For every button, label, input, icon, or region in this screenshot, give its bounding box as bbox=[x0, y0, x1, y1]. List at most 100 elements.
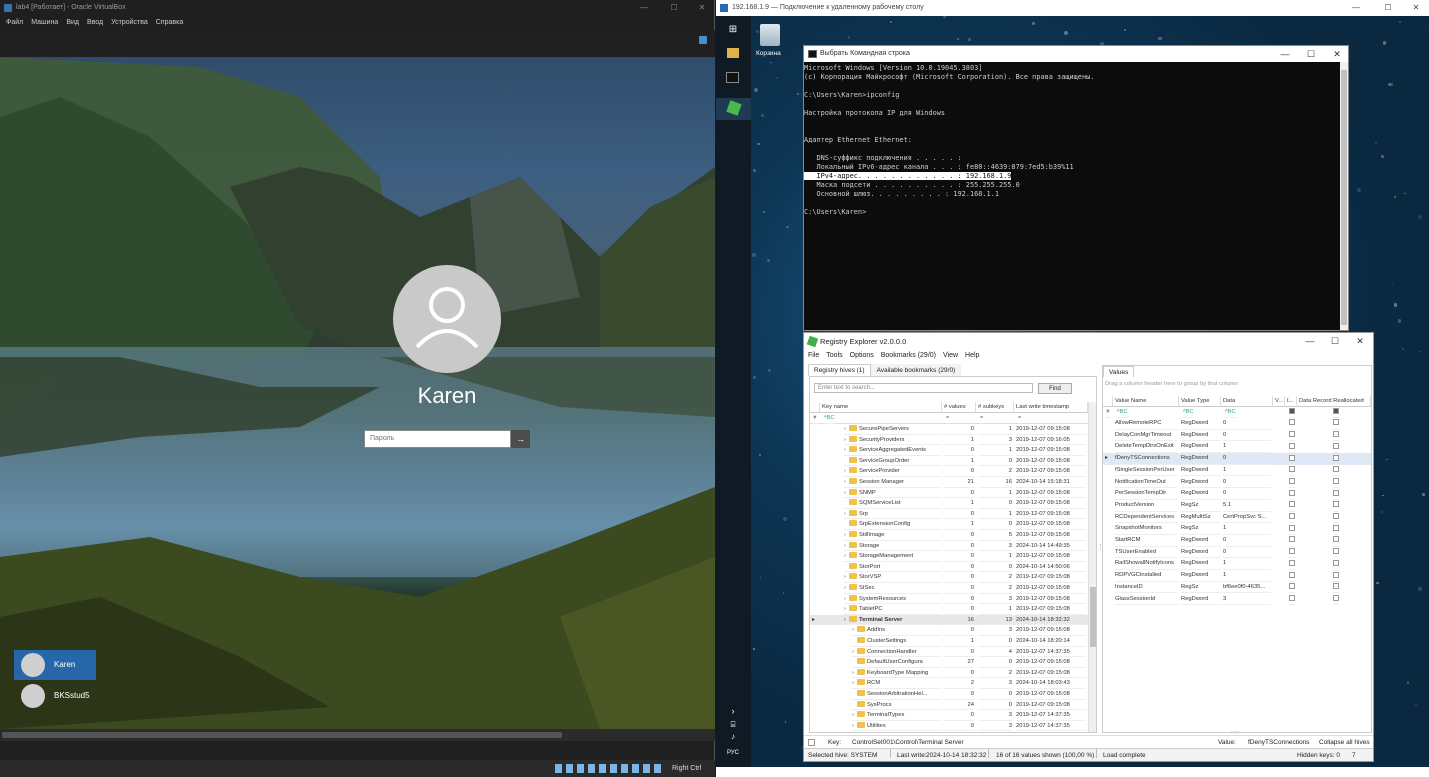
value-checkbox[interactable] bbox=[1333, 418, 1339, 430]
key-tree-row[interactable]: › RCM 2 3 2024-10-14 18:03:43 bbox=[810, 678, 1088, 689]
key-tree-row[interactable]: › Terminal Server 16 13 2024-10-14 18:32:32 ▸ bbox=[810, 614, 1088, 626]
key-search-input[interactable]: Enter text to search... bbox=[814, 383, 1033, 393]
values-column-header[interactable]: Value Type bbox=[1179, 396, 1221, 407]
key-tree-row[interactable]: DefaultUserConfigura 27 0 2019-12-07 09:15:… bbox=[810, 657, 1088, 668]
reg-menu-item[interactable]: Help bbox=[965, 350, 979, 362]
device-status-icons[interactable] bbox=[555, 764, 665, 773]
value-checkbox[interactable] bbox=[1289, 582, 1295, 594]
minimize-button[interactable]: — bbox=[1272, 46, 1298, 62]
value-checkbox[interactable] bbox=[1333, 535, 1339, 547]
resize-grip[interactable]: ..... bbox=[1231, 728, 1239, 734]
cmd-output[interactable]: Microsoft Windows [Version 10.0.19045.38… bbox=[804, 62, 1348, 217]
value-checkbox[interactable] bbox=[1333, 512, 1339, 524]
value-row[interactable]: RDPVGCInstalled RegDword 1 bbox=[1103, 570, 1371, 582]
vbox-horizontal-scrollbar[interactable] bbox=[0, 729, 715, 741]
password-input[interactable]: Пароль bbox=[364, 430, 511, 448]
maximize-button[interactable]: ☐ bbox=[660, 0, 688, 16]
value-checkbox[interactable] bbox=[1333, 523, 1339, 535]
value-row[interactable]: RailShowallNotifyIcons RegDword 1 bbox=[1103, 558, 1371, 571]
value-row[interactable]: PerSessionTempDir RegDword 0 bbox=[1103, 488, 1371, 500]
vm-lock-screen[interactable]: Karen Пароль → Karen BKSstud5 bbox=[0, 57, 715, 729]
key-tree-row[interactable]: › SNMP 0 1 2019-12-07 09:15:08 bbox=[810, 488, 1088, 499]
key-tree-row[interactable]: › Srp 0 1 2019-12-07 09:15:08 bbox=[810, 509, 1088, 520]
value-row[interactable]: InstanceID RegSz bf6ee0f0-4635... bbox=[1103, 582, 1371, 594]
key-tree-row[interactable]: ClusterSettings 1 0 2024-10-14 18:20:14 bbox=[810, 636, 1088, 647]
maximize-button[interactable]: ☐ bbox=[1374, 0, 1402, 16]
minimize-button[interactable]: — bbox=[630, 0, 658, 16]
value-row[interactable]: GlassSessionId RegDword 3 bbox=[1103, 594, 1371, 606]
value-checkbox[interactable] bbox=[1333, 488, 1339, 500]
key-tree-row[interactable]: › StillImage 0 5 2019-12-07 09:15:08 bbox=[810, 530, 1088, 541]
key-tree-row[interactable]: › Session Manager 21 16 2024-10-14 15:18:31 bbox=[810, 477, 1088, 488]
reg-menu-item[interactable]: Bookmarks (29/0) bbox=[881, 350, 936, 362]
value-checkbox[interactable] bbox=[1289, 594, 1295, 606]
values-column-header[interactable]: V... bbox=[1273, 396, 1285, 407]
recycle-bin-icon[interactable] bbox=[760, 24, 780, 46]
keys-filter-row[interactable]: ▼ ᴬBC = = = bbox=[810, 413, 1088, 424]
value-checkbox[interactable] bbox=[1289, 512, 1295, 524]
key-tree-row[interactable]: › Utilities 0 3 2019-12-07 14:37:35 bbox=[810, 721, 1088, 732]
value-row[interactable]: AllowRemoteRPC RegDword 0 bbox=[1103, 418, 1371, 430]
close-button[interactable]: ✕ bbox=[1324, 46, 1350, 62]
keys-column-header[interactable]: # subkeys bbox=[976, 402, 1014, 413]
cmd-taskbar-icon[interactable] bbox=[726, 72, 739, 83]
key-tree-row[interactable]: › AddIns 0 3 2019-12-07 09:15:08 bbox=[810, 625, 1088, 636]
reg-menu-item[interactable]: Options bbox=[850, 350, 874, 362]
key-tree-row[interactable]: SessionArbitrationHel... 0 0 2019-12-07 09:… bbox=[810, 689, 1088, 700]
start-icon[interactable]: ⊞ bbox=[725, 24, 741, 38]
submit-arrow-button[interactable]: → bbox=[511, 430, 530, 448]
value-checkbox[interactable] bbox=[1333, 477, 1339, 489]
vbox-menu-item[interactable]: Справка bbox=[156, 16, 183, 30]
values-column-header[interactable]: Value Name bbox=[1113, 396, 1179, 407]
value-row[interactable]: RCDependentServices RegMultiSz CertPropSvc… bbox=[1103, 512, 1371, 524]
vbox-menu-item[interactable]: Ввод bbox=[87, 16, 103, 30]
key-tree-row[interactable]: › KeyboardType Mapping 0 2 2019-12-07 09:15:… bbox=[810, 668, 1088, 679]
value-row[interactable]: SnapshotMonitors RegSz 1 bbox=[1103, 523, 1371, 535]
user-tile-bksstud5[interactable]: BKSstud5 bbox=[14, 681, 96, 711]
value-checkbox[interactable] bbox=[1333, 547, 1339, 559]
key-tree-row[interactable]: › TerminalTypes 0 3 2019-12-07 14:37:35 bbox=[810, 710, 1088, 721]
tab-values[interactable]: Values bbox=[1103, 366, 1135, 377]
reg-menu-item[interactable]: File bbox=[808, 350, 819, 362]
cmd-scrollbar[interactable] bbox=[1340, 62, 1348, 330]
key-tree-row[interactable]: ServiceGroupOrder 1 0 2019-12-07 09:15:08 bbox=[810, 456, 1088, 467]
cmd-window[interactable]: Выбрать Командная строка — ☐ ✕ Microsoft… bbox=[803, 45, 1349, 331]
key-tree-row[interactable]: SQMServiceList 1 0 2019-12-07 09:15:08 bbox=[810, 498, 1088, 509]
values-column-header[interactable]: Data bbox=[1221, 396, 1273, 407]
key-tree-row[interactable]: StorPort 0 0 2024-10-14 14:50:06 bbox=[810, 562, 1088, 573]
vbox-menu-item[interactable]: Файл bbox=[6, 16, 23, 30]
vbox-menu-item[interactable]: Машина bbox=[31, 16, 58, 30]
maximize-button[interactable]: ☐ bbox=[1322, 333, 1348, 350]
value-checkbox[interactable] bbox=[1333, 465, 1339, 477]
value-checkbox[interactable] bbox=[1333, 430, 1339, 442]
maximize-button[interactable]: ☐ bbox=[1298, 46, 1324, 62]
value-checkbox[interactable] bbox=[1289, 500, 1295, 512]
value-checkbox[interactable] bbox=[1289, 430, 1295, 442]
minimize-button[interactable]: — bbox=[1297, 333, 1323, 350]
key-tree-row[interactable]: › SecurityProviders 1 3 2019-12-07 09:16:05 bbox=[810, 435, 1088, 446]
key-tree-row[interactable]: › ServiceProvider 0 2 2019-12-07 09:15:08 bbox=[810, 466, 1088, 477]
value-checkbox[interactable] bbox=[1289, 523, 1295, 535]
value-checkbox[interactable] bbox=[1289, 465, 1295, 477]
value-row[interactable]: NotificationTimeOut RegDword 0 bbox=[1103, 477, 1371, 489]
value-checkbox[interactable] bbox=[1289, 441, 1295, 454]
user-tile-karen[interactable]: Karen bbox=[14, 650, 96, 680]
value-checkbox[interactable] bbox=[1289, 570, 1295, 582]
value-checkbox[interactable] bbox=[1289, 558, 1295, 571]
key-tree-row[interactable]: › TabletPC 0 1 2019-12-07 09:15:08 bbox=[810, 604, 1088, 615]
key-tree-row[interactable]: › StSec 0 2 2019-12-07 09:15:08 bbox=[810, 583, 1088, 594]
tray-chevron-icon[interactable]: › bbox=[725, 706, 741, 720]
value-checkbox[interactable] bbox=[1333, 582, 1339, 594]
close-button[interactable]: ✕ bbox=[1402, 0, 1429, 16]
tab-registry-hives[interactable]: Registry hives (1) bbox=[808, 364, 871, 376]
value-row[interactable]: StartRCM RegDword 0 bbox=[1103, 535, 1371, 547]
reg-menu-item[interactable]: View bbox=[943, 350, 958, 362]
value-checkbox[interactable] bbox=[1289, 453, 1295, 465]
key-tree-row[interactable]: › ServiceAggregatedEvents 0 1 2019-12-07 09:… bbox=[810, 445, 1088, 456]
key-tree-row[interactable]: › StorageManagement 0 1 2019-12-07 09:15:08 bbox=[810, 551, 1088, 562]
close-button[interactable]: ✕ bbox=[1347, 333, 1373, 350]
volume-icon[interactable]: ♪ bbox=[725, 732, 741, 746]
value-checkbox[interactable] bbox=[1289, 547, 1295, 559]
value-checkbox[interactable] bbox=[1333, 453, 1339, 465]
language-indicator[interactable]: РУС bbox=[723, 750, 743, 764]
